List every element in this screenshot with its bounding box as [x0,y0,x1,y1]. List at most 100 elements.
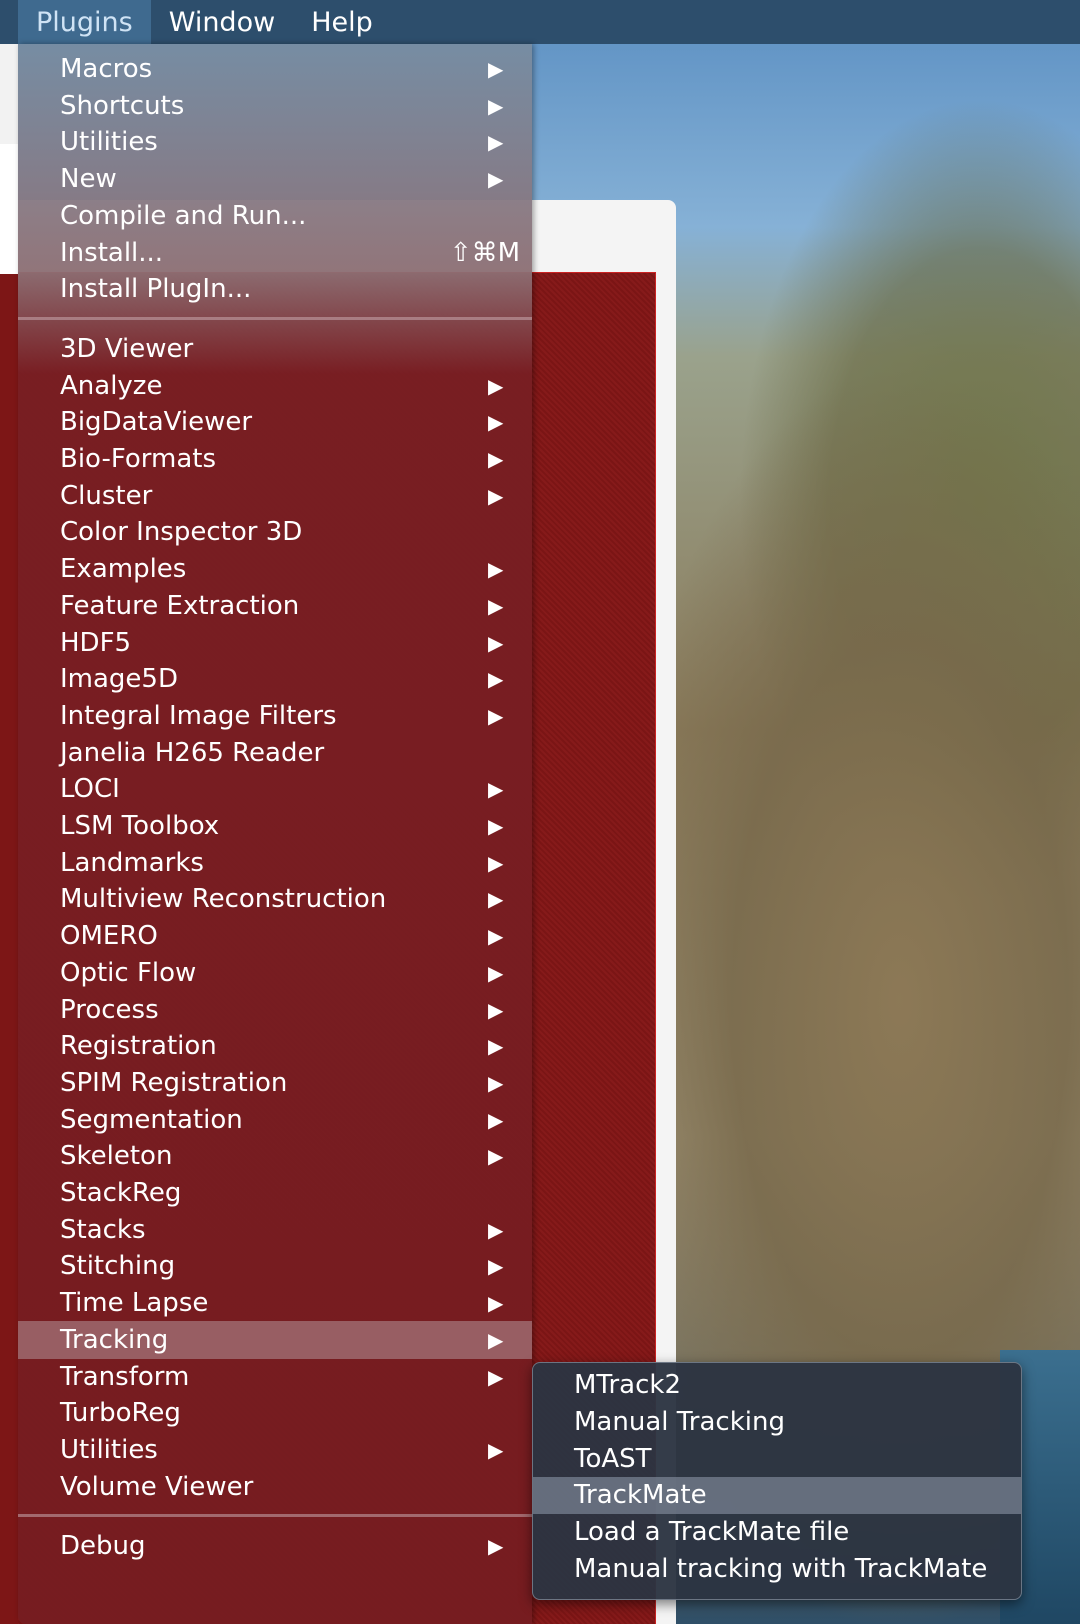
menu-item-label: Segmentation [60,1104,243,1135]
submenu-arrow-icon: ▶ [488,410,504,435]
menu-item-label: BigDataViewer [60,407,253,438]
menu-item-bigdataviewer[interactable]: BigDataViewer ▶ [18,403,532,441]
menu-item-spim-registration[interactable]: SPIM Registration ▶ [18,1064,532,1102]
submenu-arrow-icon: ▶ [488,630,504,655]
menu-item-label: New [60,164,117,195]
menu-item-color-inspector-3d[interactable]: Color Inspector 3D [18,513,532,551]
background-app-edge [0,44,18,1624]
menu-item-shortcuts[interactable]: Shortcuts ▶ [18,87,532,125]
submenu-arrow-icon: ▶ [488,130,504,155]
menu-item-new[interactable]: New ▶ [18,160,532,198]
submenu-arrow-icon: ▶ [488,1217,504,1242]
menu-item-multiview-reconstruction[interactable]: Multiview Reconstruction ▶ [18,880,532,918]
submenu-arrow-icon: ▶ [488,814,504,838]
menu-item-label: Process [60,994,159,1025]
submenu-arrow-icon: ▶ [488,483,504,508]
menu-item-install[interactable]: Install... ⇧⌘M [18,234,532,272]
submenu-item-load-a-trackmate-file[interactable]: Load a TrackMate file [533,1514,1021,1551]
menubar-item-help[interactable]: Help [293,0,391,44]
menu-item-3d-viewer[interactable]: 3D Viewer [18,330,532,368]
menu-item-feature-extraction[interactable]: Feature Extraction ▶ [18,587,532,625]
submenu-arrow-icon: ▶ [488,557,504,582]
menu-item-label: Cluster [60,480,153,511]
menu-separator [18,1514,532,1518]
submenu-arrow-icon: ▶ [488,1144,504,1169]
menu-item-macros[interactable]: Macros ▶ [18,50,532,88]
menu-item-analyze[interactable]: Analyze ▶ [18,367,532,405]
submenu-arrow-icon: ▶ [488,1254,504,1279]
menu-item-registration[interactable]: Registration ▶ [18,1027,532,1065]
menubar-item-plugins[interactable]: Plugins [18,0,151,44]
submenu-arrow-icon: ▶ [488,1437,504,1462]
menu-separator [18,316,532,320]
menu-item-turboreg[interactable]: TurboReg [18,1394,532,1432]
plugins-menu: Macros ▶ Shortcuts ▶ Utilities ▶ New ▶ Compile a… [18,44,532,1624]
menu-item-label: Install PlugIn... [60,274,252,305]
menu-item-stitching[interactable]: Stitching ▶ [18,1247,532,1285]
menu-item-label: Tracking [60,1324,169,1355]
submenu-item-toast[interactable]: ToAST [533,1440,1021,1477]
menu-item-label: Optic Flow [60,957,197,988]
menu-item-hdf5[interactable]: HDF5 ▶ [18,624,532,662]
menu-item-label: Utilities [60,127,158,158]
menu-item-label: Compile and Run... [60,200,307,231]
menu-item-label: Feature Extraction [60,590,300,621]
submenu-arrow-icon: ▶ [488,1534,504,1559]
menu-item-segmentation[interactable]: Segmentation ▶ [18,1101,532,1139]
submenu-arrow-icon: ▶ [488,960,504,985]
menu-item-omero[interactable]: OMERO ▶ [18,917,532,955]
menu-item-stacks[interactable]: Stacks ▶ [18,1211,532,1249]
submenu-arrow-icon: ▶ [488,1327,504,1352]
menu-item-skeleton[interactable]: Skeleton ▶ [18,1137,532,1175]
menu-item-install-plugin[interactable]: Install PlugIn... [18,270,532,308]
menu-item-label: LSM Toolbox [60,811,220,841]
menu-item-stackreg[interactable]: StackReg [18,1174,532,1212]
menu-item-landmarks[interactable]: Landmarks ▶ [18,844,532,882]
menu-item-process[interactable]: Process ▶ [18,991,532,1029]
menu-item-label: LOCI [60,774,120,805]
submenu-item-mtrack2[interactable]: MTrack2 [533,1367,1021,1404]
tracking-submenu: MTrack2 Manual Tracking ToAST TrackMate Load… [532,1362,1022,1600]
menu-item-label: Stitching [60,1251,176,1282]
menu-item-cluster[interactable]: Cluster ▶ [18,477,532,515]
menu-item-compile-and-run[interactable]: Compile and Run... [18,197,532,235]
menu-item-loci[interactable]: LOCI ▶ [18,770,532,808]
menu-item-label: Bio-Formats [60,444,216,474]
menu-item-time-lapse[interactable]: Time Lapse ▶ [18,1284,532,1322]
submenu-item-manual-tracking[interactable]: Manual Tracking [533,1404,1021,1441]
menu-item-image5d[interactable]: Image5D ▶ [18,660,532,698]
menu-item-transform[interactable]: Transform ▶ [18,1358,532,1396]
menu-item-label: Examples [60,554,187,585]
menu-item-label: Debug [60,1531,146,1562]
menu-item-tracking[interactable]: Tracking ▶ [18,1320,532,1359]
submenu-arrow-icon: ▶ [488,777,504,802]
menu-item-utilities[interactable]: Utilities ▶ [18,1431,532,1469]
menu-item-label: Skeleton [60,1141,173,1172]
menu-item-integral-image-filters[interactable]: Integral Image Filters ▶ [18,697,532,735]
submenu-arrow-icon: ▶ [488,887,504,912]
submenu-arrow-icon: ▶ [488,1107,504,1132]
menubar-item-window[interactable]: Window [151,0,293,44]
submenu-arrow-icon: ▶ [488,667,504,692]
menu-item-label: SPIM Registration [60,1067,288,1098]
submenu-item-trackmate[interactable]: TrackMate [533,1477,1021,1514]
menu-item-bio-formats[interactable]: Bio-Formats ▶ [18,440,532,478]
menu-item-label: StackReg [60,1178,182,1208]
menu-item-volume-viewer[interactable]: Volume Viewer [18,1468,532,1506]
menu-item-label: Utilities [60,1434,158,1465]
menu-item-janelia-h265-reader[interactable]: Janelia H265 Reader [18,734,532,772]
menu-item-label: Landmarks [60,847,204,878]
menu-item-label: Image5D [60,664,178,695]
menu-item-utilities[interactable]: Utilities ▶ [18,123,532,161]
menu-item-optic-flow[interactable]: Optic Flow ▶ [18,954,532,992]
menu-item-debug[interactable]: Debug ▶ [18,1527,532,1565]
submenu-arrow-icon: ▶ [488,1291,504,1316]
menu-item-lsm-toolbox[interactable]: LSM Toolbox ▶ [18,807,532,845]
submenu-item-manual-tracking-with-trackmate[interactable]: Manual tracking with TrackMate [533,1550,1021,1587]
menu-item-label: Transform [60,1361,190,1392]
submenu-arrow-icon: ▶ [488,997,504,1022]
menu-item-label: Analyze [60,370,163,401]
submenu-arrow-icon: ▶ [488,57,504,81]
submenu-arrow-icon: ▶ [488,93,504,118]
menu-item-examples[interactable]: Examples ▶ [18,550,532,588]
